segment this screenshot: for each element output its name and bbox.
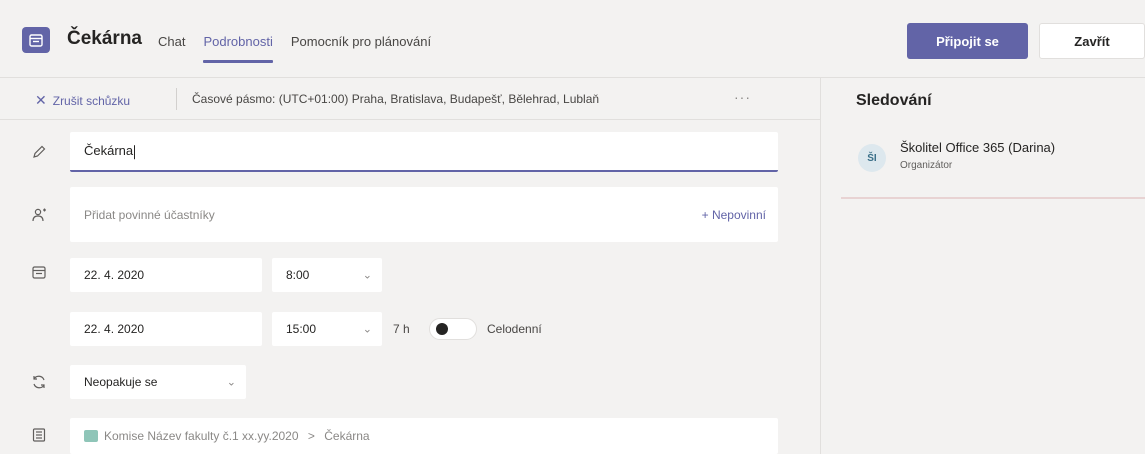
close-icon: ✕ xyxy=(35,92,47,108)
required-attendees-input[interactable]: Přidat povinné účastníky + Nepovinní xyxy=(70,187,778,242)
end-time-value: 15:00 xyxy=(286,322,317,336)
meeting-header: Čekárna Chat Podrobnosti Pomocník pro pl… xyxy=(0,0,1145,78)
attendees-placeholder: Přidat povinné účastníky xyxy=(84,207,215,222)
close-button[interactable]: Zavřít xyxy=(1039,23,1145,59)
tab-chat[interactable]: Chat xyxy=(158,34,185,63)
avatar: ŠI xyxy=(858,144,886,172)
end-date-value: 22. 4. 2020 xyxy=(84,322,145,336)
repeat-value: Neopakuje se xyxy=(84,375,158,389)
start-time-select[interactable]: 8:00 ⌄ xyxy=(272,258,382,292)
tab-details[interactable]: Podrobnosti xyxy=(203,34,274,63)
cancel-meeting-button[interactable]: ✕ Zrušit schůzku xyxy=(35,92,130,109)
timezone-selector[interactable]: Časové pásmo: (UTC+01:00) Praha, Bratisl… xyxy=(192,92,599,106)
panel-divider xyxy=(841,197,1145,199)
pencil-icon xyxy=(29,142,49,162)
attendee-role: Organizátor xyxy=(900,160,953,171)
duration-label: 7 h xyxy=(393,322,410,336)
meeting-title-input[interactable]: Čekárna xyxy=(70,132,778,172)
team-icon xyxy=(84,430,98,442)
calendar-app-icon xyxy=(22,27,50,53)
text-cursor xyxy=(134,144,136,159)
chevron-down-icon: ⌄ xyxy=(362,269,372,282)
meeting-title-value: Čekárna xyxy=(84,143,134,159)
calendar-icon xyxy=(29,262,49,282)
chevron-right-icon: > xyxy=(307,429,315,443)
more-options-icon[interactable]: ··· xyxy=(734,89,751,105)
cancel-meeting-label: Zrušit schůzku xyxy=(52,93,131,108)
start-date-value: 22. 4. 2020 xyxy=(84,268,145,282)
channel-selector[interactable]: Komise Název fakulty č.1 xx.yy.2020 > Če… xyxy=(70,418,778,454)
repeat-select[interactable]: Neopakuje se ⌄ xyxy=(70,365,246,399)
channel-name: Komise Název fakulty č.1 xx.yy.2020 xyxy=(104,429,299,443)
chevron-down-icon: ⌄ xyxy=(226,376,236,389)
tracking-title: Sledování xyxy=(856,92,932,109)
join-button[interactable]: Připojit se xyxy=(907,23,1028,59)
all-day-label: Celodenní xyxy=(487,322,542,336)
channel-icon xyxy=(29,425,49,445)
add-people-icon xyxy=(29,205,49,225)
end-time-select[interactable]: 15:00 ⌄ xyxy=(272,312,382,346)
chevron-down-icon: ⌄ xyxy=(362,323,372,336)
channel-target: Čekárna xyxy=(324,429,370,443)
start-time-value: 8:00 xyxy=(286,268,310,282)
add-optional-attendees-link[interactable]: + Nepovinní xyxy=(702,208,766,222)
all-day-toggle[interactable] xyxy=(429,318,477,340)
attendee-name: Školitel Office 365 (Darina) xyxy=(900,140,1056,155)
repeat-icon xyxy=(29,372,49,392)
toggle-knob xyxy=(436,323,448,335)
toolbar-divider xyxy=(176,88,177,110)
tab-scheduling-assistant[interactable]: Pomocník pro plánování xyxy=(291,34,431,63)
meeting-tabs: Chat Podrobnosti Pomocník pro plánování xyxy=(158,34,449,63)
meeting-toolbar: ✕ Zrušit schůzku Časové pásmo: (UTC+01:0… xyxy=(0,78,820,120)
start-date-picker[interactable]: 22. 4. 2020 xyxy=(70,258,262,292)
meeting-title: Čekárna xyxy=(67,28,142,49)
end-date-picker[interactable]: 22. 4. 2020 xyxy=(70,312,262,346)
tracking-panel: Sledování ŠI Školitel Office 365 (Darina… xyxy=(820,78,1145,454)
